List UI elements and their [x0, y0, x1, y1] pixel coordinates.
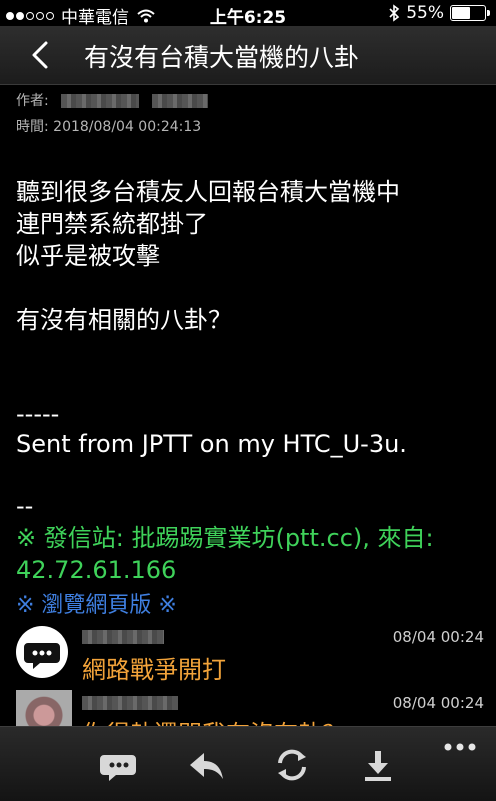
navigation-bar: 有沒有台積大當機的八卦 — [0, 26, 496, 85]
author-label: 作者: — [16, 93, 49, 109]
battery-icon — [450, 5, 490, 21]
push-user-redacted — [82, 630, 164, 644]
comment-icon[interactable] — [100, 745, 140, 785]
author-row: 作者: — [16, 90, 208, 110]
push-text: 你得執還問我有沒有執？ — [82, 714, 346, 726]
status-bar: 中華電信 上午6:25 55% — [0, 0, 496, 28]
source-ip: 42.72.61.166 — [16, 556, 177, 584]
avatar[interactable] — [16, 626, 68, 678]
author-redacted — [61, 94, 140, 108]
battery-level-fill — [452, 7, 470, 19]
post-time: 時間: 2018/08/04 00:24:13 — [16, 119, 202, 135]
body-line: 似乎是被攻擊 — [16, 242, 160, 270]
body-line: 聽到很多台積友人回報台積大當機中 — [16, 178, 400, 206]
push-user-redacted — [82, 696, 178, 710]
source-line: ※ 發信站: 批踢踢實業坊(ptt.cc), 來自: — [16, 524, 434, 552]
status-right: 55% — [388, 3, 490, 23]
back-arrow-icon[interactable] — [22, 34, 62, 76]
push-time: 08/04 00:24 — [392, 694, 484, 712]
page-title: 有沒有台積大當機的八卦 — [84, 43, 360, 72]
push-comment: 08/04 00:24 網路戰爭開打 — [0, 626, 496, 686]
body-line: 連門禁系統都掛了 — [16, 210, 208, 238]
signature: Sent from JPTT on my HTC_U-3u. — [16, 430, 407, 458]
refresh-icon[interactable] — [272, 745, 312, 785]
author-nickname-redacted — [151, 94, 208, 108]
chat-bubble-icon — [24, 643, 60, 669]
signature-dash: -- — [16, 492, 34, 520]
more-icon[interactable] — [440, 737, 480, 757]
push-time: 08/04 00:24 — [392, 628, 484, 646]
push-comment: 08/04 00:24 你得執還問我有沒有執？ — [0, 690, 496, 726]
bottom-toolbar — [0, 726, 496, 801]
separator: ----- — [16, 400, 60, 428]
bluetooth-icon — [389, 4, 400, 22]
avatar[interactable] — [16, 690, 72, 726]
download-icon[interactable] — [358, 745, 398, 785]
battery-percent: 55% — [406, 3, 444, 23]
reply-icon[interactable] — [186, 745, 226, 785]
push-text: 網路戰爭開打 — [82, 656, 226, 684]
body-line: 有沒有相關的八卦？ — [16, 306, 232, 334]
web-version-link[interactable]: ※ 瀏覽網頁版 ※ — [16, 590, 177, 622]
